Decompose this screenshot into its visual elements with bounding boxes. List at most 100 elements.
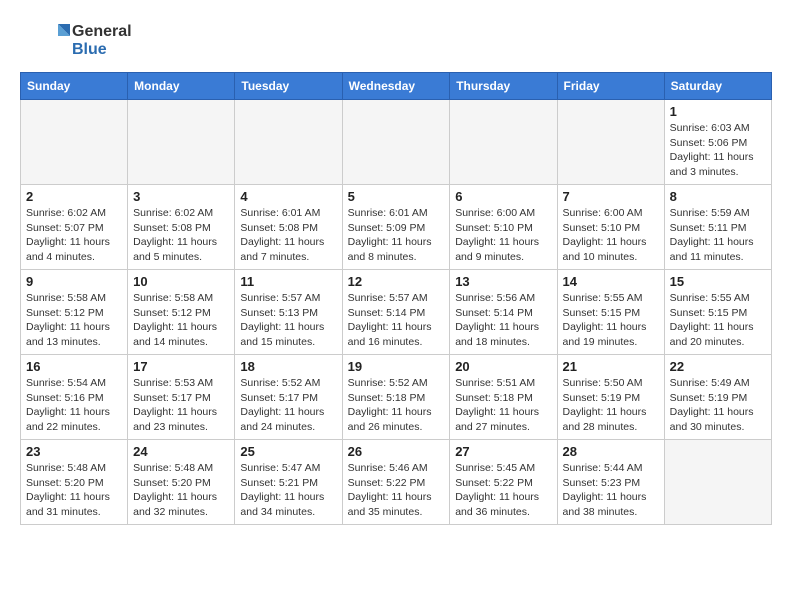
day-cell: 9 Sunrise: 5:58 AM Sunset: 5:12 PM Daylig… [21, 270, 128, 355]
day-info: Sunrise: 5:55 AM Sunset: 5:15 PM Dayligh… [563, 291, 659, 350]
logo: GeneralBlue [20, 20, 132, 62]
day-number: 14 [563, 274, 659, 289]
day-info: Sunrise: 5:52 AM Sunset: 5:18 PM Dayligh… [348, 376, 445, 435]
day-number: 6 [455, 189, 551, 204]
day-cell: 22Sunrise: 5:49 AM Sunset: 5:19 PM Dayli… [664, 355, 771, 440]
day-number: 21 [563, 359, 659, 374]
logo-text: GeneralBlue [72, 23, 132, 58]
day-cell: 25Sunrise: 5:47 AM Sunset: 5:21 PM Dayli… [235, 440, 342, 525]
day-cell: 8 Sunrise: 5:59 AM Sunset: 5:11 PM Daylig… [664, 185, 771, 270]
day-number: 24 [133, 444, 229, 459]
weekday-header-saturday: Saturday [664, 73, 771, 100]
day-cell: 17 Sunrise: 5:53 AM Sunset: 5:17 PM Dayli… [128, 355, 235, 440]
day-cell: 18 Sunrise: 5:52 AM Sunset: 5:17 PM Dayli… [235, 355, 342, 440]
day-cell: 11 Sunrise: 5:57 AM Sunset: 5:13 PM Dayli… [235, 270, 342, 355]
day-cell: 16 Sunrise: 5:54 AM Sunset: 5:16 PM Dayli… [21, 355, 128, 440]
weekday-header-thursday: Thursday [450, 73, 557, 100]
day-info: Sunrise: 6:02 AM Sunset: 5:07 PM Dayligh… [26, 206, 122, 265]
weekday-header-tuesday: Tuesday [235, 73, 342, 100]
weekday-header-friday: Friday [557, 73, 664, 100]
day-cell: 1 Sunrise: 6:03 AM Sunset: 5:06 PM Daylig… [664, 100, 771, 185]
day-cell: 24 Sunrise: 5:48 AM Sunset: 5:20 PM Dayli… [128, 440, 235, 525]
logo-general-text: General [72, 23, 132, 41]
day-number: 27 [455, 444, 551, 459]
day-number: 1 [670, 104, 766, 119]
day-number: 3 [133, 189, 229, 204]
day-cell: 27 Sunrise: 5:45 AM Sunset: 5:22 PM Dayli… [450, 440, 557, 525]
day-info: Sunrise: 5:54 AM Sunset: 5:16 PM Dayligh… [26, 376, 122, 435]
day-cell: 19 Sunrise: 5:52 AM Sunset: 5:18 PM Dayli… [342, 355, 450, 440]
weekday-header-wednesday: Wednesday [342, 73, 450, 100]
day-cell [664, 440, 771, 525]
day-info: Sunrise: 5:44 AM Sunset: 5:23 PM Dayligh… [563, 461, 659, 520]
day-cell: 3 Sunrise: 6:02 AM Sunset: 5:08 PM Daylig… [128, 185, 235, 270]
day-number: 20 [455, 359, 551, 374]
day-cell: 12 Sunrise: 5:57 AM Sunset: 5:14 PM Dayli… [342, 270, 450, 355]
day-number: 18 [240, 359, 336, 374]
day-cell: 15Sunrise: 5:55 AM Sunset: 5:15 PM Dayli… [664, 270, 771, 355]
day-number: 4 [240, 189, 336, 204]
day-number: 9 [26, 274, 122, 289]
week-row-0: 1 Sunrise: 6:03 AM Sunset: 5:06 PM Daylig… [21, 100, 772, 185]
week-row-3: 16 Sunrise: 5:54 AM Sunset: 5:16 PM Dayli… [21, 355, 772, 440]
week-row-2: 9 Sunrise: 5:58 AM Sunset: 5:12 PM Daylig… [21, 270, 772, 355]
day-info: Sunrise: 5:48 AM Sunset: 5:20 PM Dayligh… [133, 461, 229, 520]
day-cell: 26 Sunrise: 5:46 AM Sunset: 5:22 PM Dayli… [342, 440, 450, 525]
day-number: 19 [348, 359, 445, 374]
day-number: 23 [26, 444, 122, 459]
day-info: Sunrise: 6:01 AM Sunset: 5:08 PM Dayligh… [240, 206, 336, 265]
day-cell [557, 100, 664, 185]
day-info: Sunrise: 5:52 AM Sunset: 5:17 PM Dayligh… [240, 376, 336, 435]
day-cell [342, 100, 450, 185]
logo-blue-text: Blue [72, 41, 132, 59]
day-number: 13 [455, 274, 551, 289]
week-row-1: 2Sunrise: 6:02 AM Sunset: 5:07 PM Daylig… [21, 185, 772, 270]
day-cell: 13 Sunrise: 5:56 AM Sunset: 5:14 PM Dayli… [450, 270, 557, 355]
day-cell: 2Sunrise: 6:02 AM Sunset: 5:07 PM Daylig… [21, 185, 128, 270]
day-info: Sunrise: 5:58 AM Sunset: 5:12 PM Dayligh… [26, 291, 122, 350]
day-number: 11 [240, 274, 336, 289]
day-number: 10 [133, 274, 229, 289]
day-number: 22 [670, 359, 766, 374]
day-info: Sunrise: 5:59 AM Sunset: 5:11 PM Dayligh… [670, 206, 766, 265]
day-info: Sunrise: 5:46 AM Sunset: 5:22 PM Dayligh… [348, 461, 445, 520]
day-number: 7 [563, 189, 659, 204]
day-info: Sunrise: 5:57 AM Sunset: 5:13 PM Dayligh… [240, 291, 336, 350]
day-cell [235, 100, 342, 185]
day-info: Sunrise: 5:45 AM Sunset: 5:22 PM Dayligh… [455, 461, 551, 520]
day-info: Sunrise: 5:51 AM Sunset: 5:18 PM Dayligh… [455, 376, 551, 435]
day-info: Sunrise: 5:50 AM Sunset: 5:19 PM Dayligh… [563, 376, 659, 435]
day-number: 12 [348, 274, 445, 289]
day-info: Sunrise: 5:57 AM Sunset: 5:14 PM Dayligh… [348, 291, 445, 350]
day-info: Sunrise: 6:02 AM Sunset: 5:08 PM Dayligh… [133, 206, 229, 265]
day-number: 5 [348, 189, 445, 204]
day-cell: 20 Sunrise: 5:51 AM Sunset: 5:18 PM Dayli… [450, 355, 557, 440]
day-cell: 14 Sunrise: 5:55 AM Sunset: 5:15 PM Dayli… [557, 270, 664, 355]
day-cell [128, 100, 235, 185]
day-cell [21, 100, 128, 185]
weekday-header-sunday: Sunday [21, 73, 128, 100]
day-number: 26 [348, 444, 445, 459]
day-info: Sunrise: 5:55 AM Sunset: 5:15 PM Dayligh… [670, 291, 766, 350]
day-cell: 10 Sunrise: 5:58 AM Sunset: 5:12 PM Dayli… [128, 270, 235, 355]
day-info: Sunrise: 5:56 AM Sunset: 5:14 PM Dayligh… [455, 291, 551, 350]
day-cell: 7 Sunrise: 6:00 AM Sunset: 5:10 PM Daylig… [557, 185, 664, 270]
logo-svg [20, 20, 72, 62]
day-info: Sunrise: 6:00 AM Sunset: 5:10 PM Dayligh… [455, 206, 551, 265]
day-info: Sunrise: 6:03 AM Sunset: 5:06 PM Dayligh… [670, 121, 766, 180]
day-cell [450, 100, 557, 185]
day-info: Sunrise: 5:53 AM Sunset: 5:17 PM Dayligh… [133, 376, 229, 435]
day-cell: 5 Sunrise: 6:01 AM Sunset: 5:09 PM Daylig… [342, 185, 450, 270]
weekday-header-monday: Monday [128, 73, 235, 100]
day-number: 16 [26, 359, 122, 374]
day-number: 17 [133, 359, 229, 374]
day-info: Sunrise: 6:00 AM Sunset: 5:10 PM Dayligh… [563, 206, 659, 265]
day-info: Sunrise: 6:01 AM Sunset: 5:09 PM Dayligh… [348, 206, 445, 265]
day-cell: 4 Sunrise: 6:01 AM Sunset: 5:08 PM Daylig… [235, 185, 342, 270]
calendar-table: SundayMondayTuesdayWednesdayThursdayFrid… [20, 72, 772, 525]
day-number: 8 [670, 189, 766, 204]
day-info: Sunrise: 5:58 AM Sunset: 5:12 PM Dayligh… [133, 291, 229, 350]
day-number: 25 [240, 444, 336, 459]
day-cell: 21 Sunrise: 5:50 AM Sunset: 5:19 PM Dayli… [557, 355, 664, 440]
week-row-4: 23 Sunrise: 5:48 AM Sunset: 5:20 PM Dayli… [21, 440, 772, 525]
